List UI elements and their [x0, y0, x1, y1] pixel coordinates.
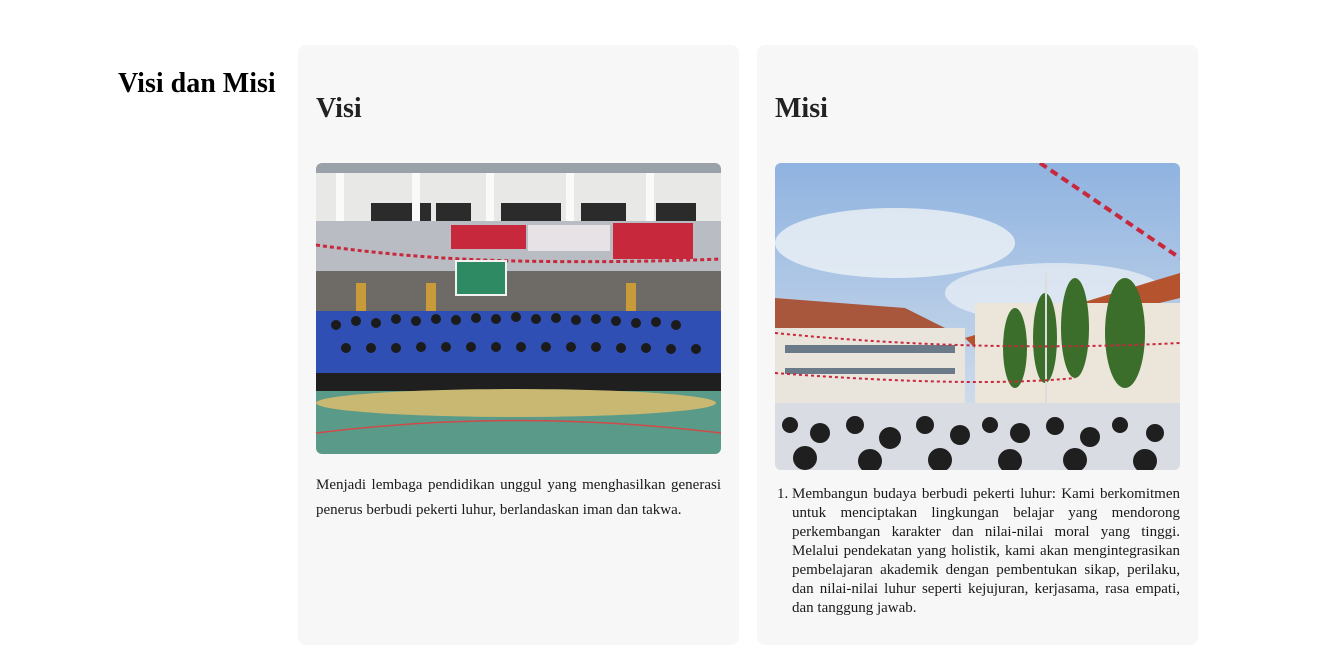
visi-photo: [316, 163, 721, 454]
misi-card: Misi 1. Membangun budaya berbudi pekerti…: [757, 45, 1198, 645]
misi-item: Membangun budaya berbudi pekerti luhur: …: [792, 485, 1180, 618]
misi-heading: Misi: [775, 93, 828, 124]
section-title: Visi dan Misi: [118, 68, 276, 99]
visi-card: Visi Menjadi lembaga pendidikan unggul y…: [298, 45, 739, 645]
visi-heading: Visi: [316, 93, 362, 124]
visi-text: Menjadi lembaga pendidikan unggul yang m…: [316, 477, 721, 518]
misi-photo: [775, 163, 1180, 470]
misi-list: Membangun budaya berbudi pekerti luhur: …: [775, 485, 1180, 618]
